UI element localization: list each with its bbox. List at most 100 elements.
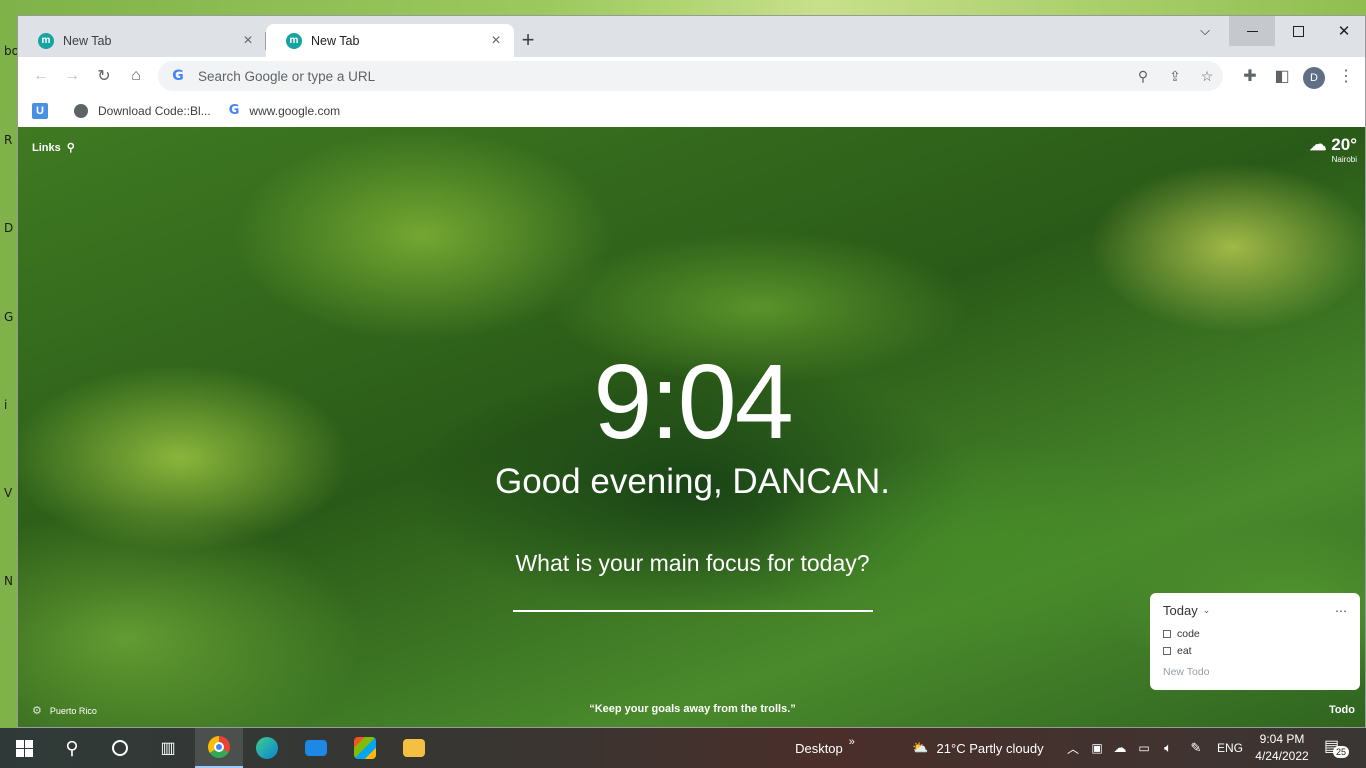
maximize-button[interactable]	[1275, 16, 1321, 46]
taskbar-file-explorer[interactable]	[390, 728, 438, 768]
todo-list-name: Today	[1163, 603, 1198, 618]
partly-cloudy-icon: ⛅	[912, 740, 929, 755]
store-icon	[354, 737, 376, 759]
more-options-icon[interactable]: ⋯	[1335, 604, 1347, 618]
windows-logo-icon	[15, 739, 33, 757]
bookmark-codeblocks[interactable]: Download Code::Bl...	[74, 103, 211, 118]
bookmark-google[interactable]: G www.google.com	[229, 103, 340, 118]
edge-icon	[256, 737, 278, 759]
browser-toolbar: ← → ↻ ⌂ G Search Google or type a URL ⚲ …	[18, 57, 1365, 94]
home-icon[interactable]: ⌂	[123, 63, 149, 89]
desktop-toolbar[interactable]: Desktop »	[790, 728, 860, 768]
tab-title: New Tab	[311, 33, 360, 48]
desktop-label: Desktop	[795, 740, 843, 756]
todo-panel: Today ⌄ ⋯ code eat New Todo	[1150, 593, 1360, 690]
close-icon[interactable]: ×	[240, 32, 256, 50]
clock: 9:04	[593, 343, 793, 461]
side-panel-icon[interactable]: ◧	[1269, 63, 1295, 89]
taskbar-chrome[interactable]	[195, 728, 243, 768]
quote: “Keep your goals away from the trolls.”	[589, 703, 796, 715]
desktop-icon[interactable]: R	[4, 133, 12, 147]
taskbar-date: 4/24/2022	[1255, 749, 1309, 763]
battery-icon[interactable]: ▭	[1134, 728, 1154, 768]
bookmark-star-icon[interactable]: ☆	[1191, 68, 1223, 85]
close-window-button[interactable]: ✕	[1321, 16, 1365, 46]
tab-search-chevron-down-icon[interactable]: ⌵	[1182, 16, 1228, 46]
language-indicator[interactable]: ENG	[1214, 728, 1246, 768]
google-icon: G	[228, 103, 240, 118]
desktop-icon[interactable]: V	[4, 486, 12, 500]
taskbar-mail[interactable]	[292, 728, 340, 768]
todo-item[interactable]: eat	[1163, 645, 1347, 657]
back-arrow-icon[interactable]: ←	[28, 63, 54, 89]
tab-strip: m New Tab × m New Tab × + ⌵ ✕	[18, 16, 1365, 57]
todo-checkbox[interactable]	[1163, 647, 1171, 655]
globe-icon	[74, 103, 88, 118]
share-icon[interactable]: ⇪	[1159, 68, 1191, 85]
show-hidden-icons-chevron-up-icon[interactable]: ︿	[1063, 728, 1083, 768]
taskbar-time: 9:04 PM	[1259, 732, 1305, 746]
momentum-dashboard: Links ⚲ ☁ 20° Nairobi 9:04 Good evening,…	[18, 127, 1365, 727]
chrome-icon	[208, 736, 230, 758]
weather-icon: ☁	[1309, 135, 1332, 154]
weather-location: Nairobi	[1331, 155, 1357, 164]
todo-checkbox[interactable]	[1163, 630, 1171, 638]
task-view-icon[interactable]: ▥	[144, 728, 192, 768]
tab-new-tab-2[interactable]: m New Tab ×	[266, 24, 514, 57]
close-icon[interactable]: ×	[488, 32, 504, 50]
maximize-icon	[1292, 25, 1304, 37]
chevron-down-icon[interactable]: ⌄	[1203, 605, 1211, 616]
weather-temp: 20°	[1331, 135, 1357, 154]
bookmarks-bar: U Download Code::Bl... G www.google.com	[18, 94, 1365, 127]
desktop-icon[interactable]: N	[4, 574, 13, 588]
pen-icon[interactable]: ✎	[1186, 728, 1206, 768]
reload-icon[interactable]: ↻	[91, 63, 117, 89]
action-center-button[interactable]: ▤ 25	[1324, 736, 1350, 758]
cortana-icon[interactable]	[96, 728, 144, 768]
chevron-right-icon: »	[848, 736, 855, 748]
start-button[interactable]	[0, 728, 48, 768]
bookmark-label: Download Code::Bl...	[98, 103, 211, 118]
new-todo-input[interactable]: New Todo	[1163, 666, 1347, 678]
folder-icon	[403, 739, 425, 757]
desktop-icon[interactable]: i	[4, 398, 7, 412]
links-label: Links	[32, 141, 61, 154]
apps-bookmark[interactable]: U	[32, 102, 56, 119]
taskbar-edge[interactable]	[243, 728, 291, 768]
links-button[interactable]: Links ⚲	[32, 141, 75, 155]
taskbar-weather-text: 21°C Partly cloudy	[936, 740, 1044, 756]
forward-arrow-icon[interactable]: →	[59, 63, 85, 89]
desktop-icon[interactable]: D	[4, 221, 13, 235]
meet-now-icon[interactable]: ▣	[1088, 728, 1106, 768]
focus-input[interactable]	[513, 582, 873, 612]
new-tab-button[interactable]: +	[516, 29, 540, 53]
zoom-icon[interactable]: ⚲	[1127, 68, 1159, 85]
taskbar-weather[interactable]: ⛅ 21°C Partly cloudy	[898, 728, 1058, 768]
search-icon[interactable]: ⚲	[67, 141, 75, 154]
extensions-puzzle-icon[interactable]: ✚	[1237, 63, 1263, 89]
minimize-icon	[1246, 30, 1258, 32]
bookmark-label: www.google.com	[249, 103, 341, 118]
focus-question: What is your main focus for today?	[515, 550, 870, 576]
volume-icon[interactable]: 🔈︎	[1158, 728, 1178, 768]
tab-new-tab-1[interactable]: m New Tab ×	[18, 24, 266, 57]
search-icon[interactable]: ⚲	[48, 728, 96, 768]
profile-avatar[interactable]: D	[1303, 67, 1325, 89]
desktop-icon[interactable]: G	[4, 310, 13, 324]
weather-widget[interactable]: ☁ 20° Nairobi	[1310, 135, 1357, 164]
taskbar-store[interactable]	[341, 728, 389, 768]
onedrive-cloud-icon[interactable]: ☁	[1110, 728, 1130, 768]
google-icon: G	[172, 68, 184, 84]
todo-item-label: code	[1177, 628, 1200, 640]
taskbar-clock[interactable]: 9:04 PM 4/24/2022	[1253, 731, 1311, 765]
apps-icon: U	[32, 102, 48, 119]
address-bar[interactable]: G Search Google or type a URL ⚲ ⇪ ☆	[158, 61, 1223, 91]
momentum-favicon-icon: m	[38, 32, 54, 49]
minimize-button[interactable]	[1229, 16, 1275, 46]
address-bar-placeholder: Search Google or type a URL	[198, 68, 376, 84]
todo-item-label: eat	[1177, 645, 1192, 657]
todo-header[interactable]: Today ⌄ ⋯	[1163, 603, 1347, 618]
menu-kebab-icon[interactable]: ⋮	[1333, 63, 1359, 89]
todo-item[interactable]: code	[1163, 628, 1347, 640]
todo-toggle[interactable]: Todo	[1329, 704, 1355, 716]
